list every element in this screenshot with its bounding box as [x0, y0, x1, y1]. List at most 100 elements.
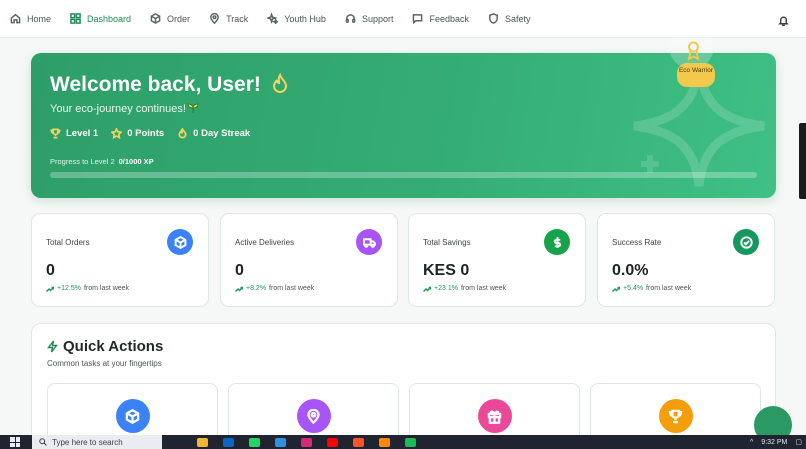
nav-dashboard[interactable]: Dashboard — [70, 13, 131, 24]
nav-feedback-label: Feedback — [429, 13, 470, 24]
message-icon — [413, 14, 423, 24]
points-text: 0 Points — [127, 128, 165, 139]
flame-icon — [272, 73, 288, 93]
windows-start-icon[interactable] — [10, 437, 20, 447]
search-icon — [39, 438, 47, 446]
nav-dashboard-label: Dashboard — [87, 13, 132, 24]
level-text: Level 1 — [66, 128, 99, 139]
nav-home-label: Home — [27, 13, 52, 24]
trend-percent: +12.5% — [57, 285, 81, 292]
sparkles-icon — [267, 13, 279, 24]
stat-label: Success Rate — [612, 238, 662, 247]
stat-value: 0.0% — [612, 262, 649, 279]
map-pin-icon — [307, 408, 320, 424]
trend-note: from last week — [460, 285, 507, 292]
xp-progress-bar — [50, 172, 757, 178]
map-pin-icon — [210, 13, 219, 24]
stat-trend: +8.2% from last week — [235, 285, 314, 292]
trend-percent: +8.2% — [246, 285, 267, 292]
taskbar-clock[interactable]: 9:32 PM — [761, 439, 787, 446]
stat-card-total-orders: Total Orders 0 +12.5% from last week — [31, 213, 209, 307]
box-icon — [150, 13, 161, 24]
trend-percent: +5.4% — [623, 285, 644, 292]
box-icon — [125, 408, 140, 424]
lightning-icon — [47, 340, 58, 353]
nav-youth-hub[interactable]: Youth Hub — [267, 13, 326, 24]
vlc-icon[interactable] — [379, 437, 390, 447]
quick-actions-subtitle: Common tasks at your fingertips — [47, 359, 162, 368]
system-tray: ^ 9:32 PM ▢ — [750, 435, 806, 449]
headset-icon — [345, 14, 356, 23]
nav-safety[interactable]: Safety — [488, 13, 531, 24]
whatsapp-icon[interactable] — [249, 437, 260, 447]
nav-track-label: Track — [226, 13, 249, 24]
gift-icon — [487, 410, 502, 424]
stat-icon-bg — [356, 229, 382, 255]
flame-small-icon — [178, 128, 187, 139]
medal-icon — [687, 41, 700, 61]
youtube-icon[interactable] — [327, 437, 338, 447]
nav-order-label: Order — [167, 13, 191, 24]
notification-center-icon[interactable]: ▢ — [795, 438, 802, 446]
stat-trend: +23.1% from last week — [423, 285, 506, 292]
trend-up-icon — [612, 286, 620, 292]
nav-support-label: Support — [361, 13, 394, 24]
truck-icon — [362, 237, 376, 248]
stat-trend: +12.5% from last week — [46, 285, 129, 292]
star-icon — [111, 128, 123, 139]
sprout-icon — [187, 103, 199, 113]
bell-icon — [778, 16, 789, 27]
quick-actions-title: Quick Actions — [63, 338, 164, 355]
trend-percent: +23.1% — [434, 285, 458, 292]
stat-label: Total Savings — [423, 238, 471, 247]
progress-label-text: Progress to Level 2 — [50, 157, 115, 166]
taskbar-apps — [197, 437, 416, 447]
stat-card-success-rate: Success Rate 0.0% +5.4% from last week — [597, 213, 775, 307]
quick-action-icon-bg — [115, 399, 150, 433]
nav-youth-hub-label: Youth Hub — [284, 13, 326, 24]
nav-feedback[interactable]: Feedback — [412, 13, 469, 24]
trophy-icon — [668, 409, 683, 423]
brave-icon[interactable] — [353, 437, 364, 447]
trend-up-icon — [235, 286, 243, 292]
stat-trend: +5.4% from last week — [612, 285, 691, 292]
shield-icon — [489, 13, 498, 24]
notifications-button[interactable] — [778, 13, 789, 27]
nav-safety-label: Safety — [505, 13, 531, 24]
spotify-icon[interactable] — [405, 437, 416, 447]
check-circle-icon — [739, 235, 753, 249]
os-taskbar: Type here to search ^ 9:32 PM ▢ — [0, 435, 806, 449]
quick-action-icon-bg — [477, 399, 512, 433]
quick-actions-panel: Quick Actions Common tasks at your finge… — [31, 323, 776, 449]
file-explorer-icon[interactable] — [197, 437, 208, 447]
nav-order[interactable]: Order — [150, 13, 190, 24]
level-stat: Level 1 — [50, 128, 98, 139]
progress-label: Progress to Level 2 0/1000 XP — [50, 157, 154, 166]
linkedin-icon[interactable] — [223, 437, 234, 447]
trend-note: from last week — [646, 285, 692, 292]
vscode-icon[interactable] — [275, 437, 286, 447]
stat-icon-bg — [733, 229, 759, 255]
stat-label: Active Deliveries — [235, 238, 295, 247]
welcome-title: Welcome back, User! — [50, 73, 261, 96]
instagram-icon[interactable] — [301, 437, 312, 447]
dollar-icon — [553, 236, 561, 248]
stat-icon-bg — [167, 229, 193, 255]
trend-note: from last week — [269, 285, 315, 292]
stat-card-total-savings: Total Savings KES 0 +23.1% from last wee… — [408, 213, 586, 307]
stat-card-active-deliveries: Active Deliveries 0 +8.2% from last week — [220, 213, 398, 307]
nav-support[interactable]: Support — [345, 13, 394, 24]
nav-home[interactable]: Home — [10, 13, 51, 24]
stat-icon-bg — [544, 229, 570, 255]
welcome-subtitle: Your eco-journey continues! — [50, 103, 186, 115]
trend-note: from last week — [83, 285, 130, 292]
side-toolbar[interactable] — [799, 123, 806, 199]
tray-chevron-icon[interactable]: ^ — [750, 439, 753, 446]
stat-label: Total Orders — [46, 238, 90, 247]
taskbar-search-placeholder: Type here to search — [52, 437, 123, 447]
nav-track[interactable]: Track — [209, 13, 248, 24]
stat-value: 0 — [235, 262, 244, 279]
hero-stats: Level 1 0 Points 0 Day Streak — [50, 128, 250, 139]
streak-stat: 0 Day Streak — [177, 128, 250, 139]
taskbar-search[interactable]: Type here to search — [32, 435, 162, 449]
